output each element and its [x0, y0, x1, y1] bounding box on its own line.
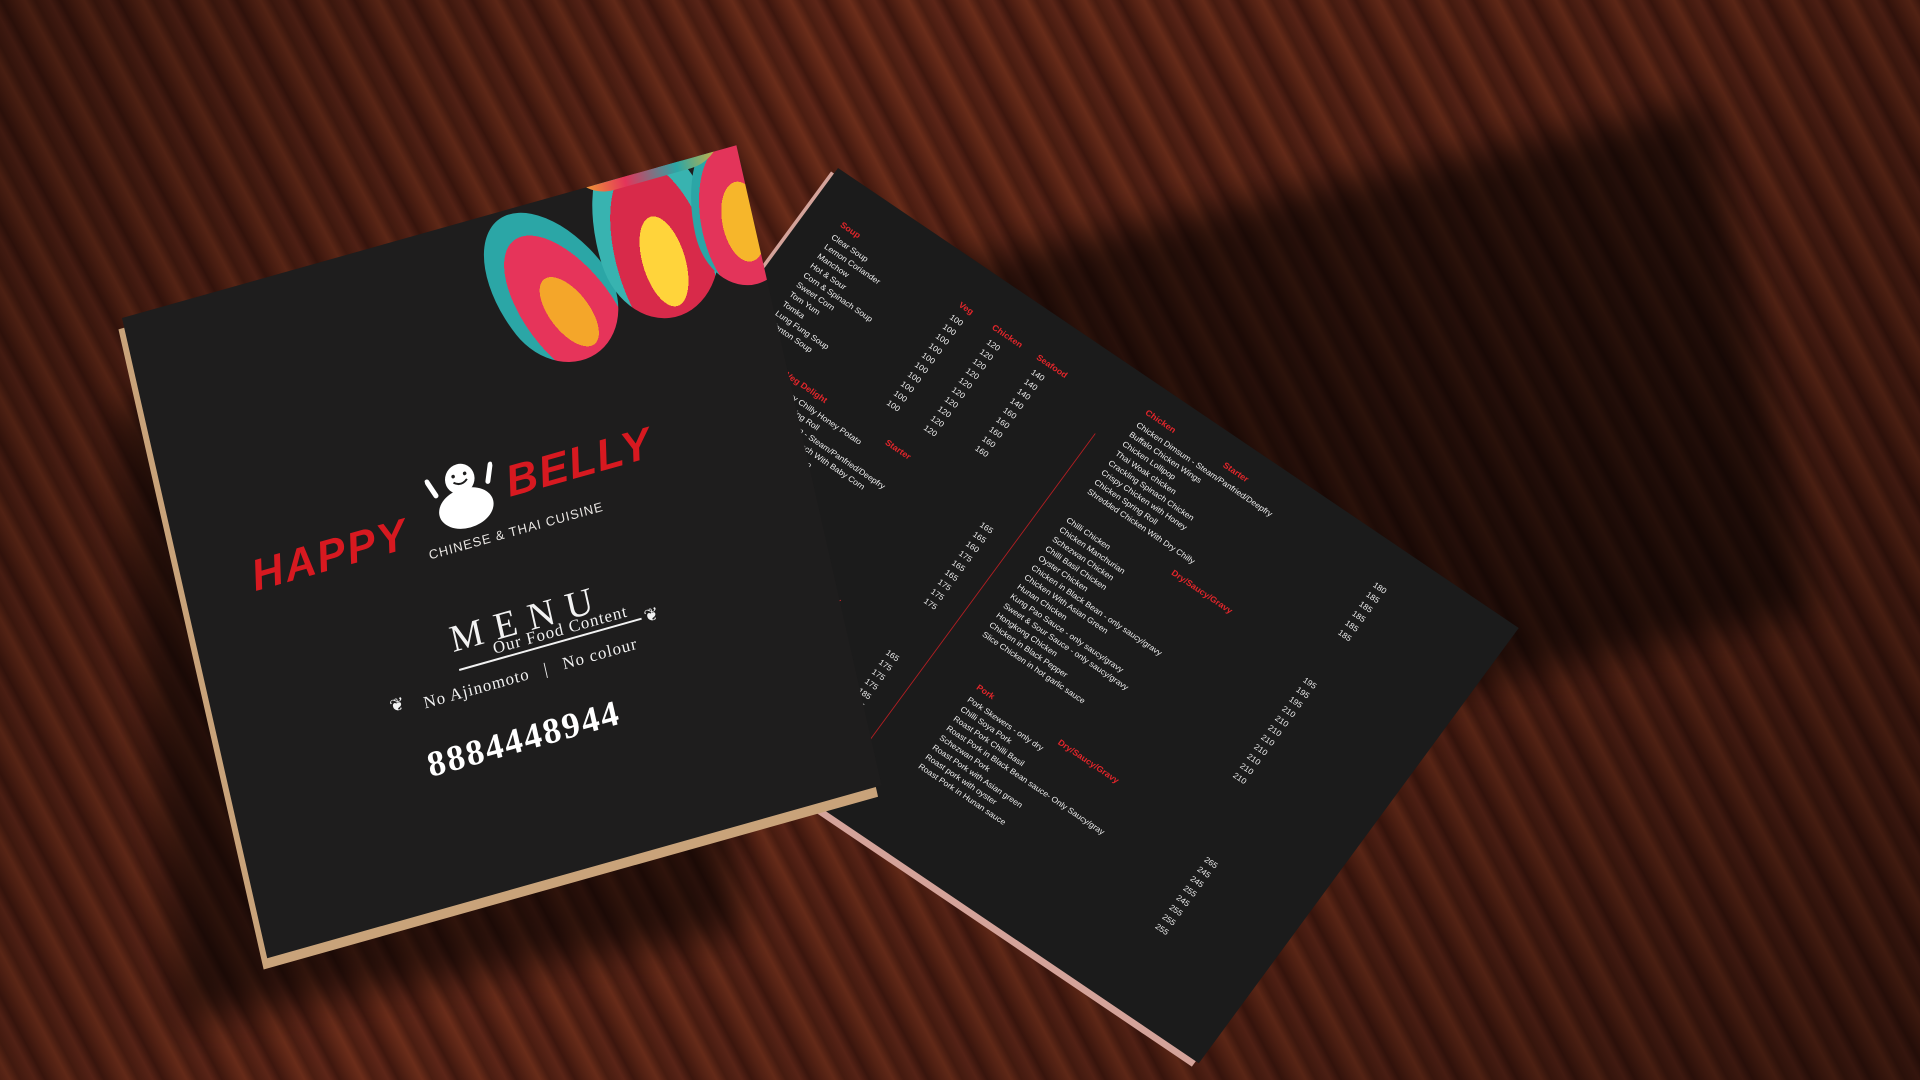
brand-logo-right: BELLY: [501, 418, 657, 507]
chicken-gravy-title: Dry/Saucy/Gravy: [1169, 568, 1235, 617]
claims-divider: |: [541, 658, 551, 679]
ornament-leaf-left-icon: ❦: [387, 693, 407, 717]
veg-starter-title: Starter: [883, 438, 913, 462]
pork-gravy-title: Dry/Saucy/Gravy: [1055, 738, 1121, 786]
no-colour-text: No colour: [560, 633, 640, 674]
brand-logo-left: HAPPY: [246, 509, 413, 601]
ornament-leaf-right-icon: ❦: [642, 603, 661, 627]
soup-header-veg: Veg: [956, 300, 976, 318]
buddha-logo-icon: [422, 450, 505, 539]
pork-section-title: Pork: [974, 683, 997, 702]
no-ajinomoto-text: No Ajinomoto: [421, 664, 532, 713]
